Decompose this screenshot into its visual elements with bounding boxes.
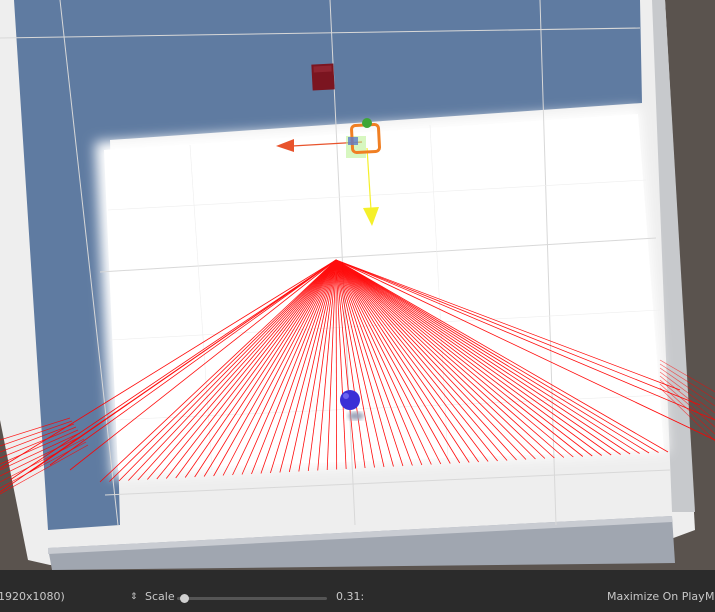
sphere-icon[interactable] (340, 390, 360, 410)
game-viewport[interactable] (0, 0, 715, 570)
scale-slider-thumb[interactable] (179, 594, 189, 603)
scale-value: 0.31: (336, 590, 365, 603)
game-view-toolbar: 1920x1080) ⇕ Scale 0.31: Maximize On Pla… (0, 570, 715, 612)
ball-shadow (348, 412, 364, 420)
maximize-on-play-toggle[interactable]: Maximize On Play (607, 590, 705, 603)
toolbar-extra-toggle[interactable]: M (705, 590, 715, 603)
scale-label: Scale (145, 590, 175, 603)
scale-slider-track (177, 597, 327, 600)
cube-highlight (313, 65, 332, 73)
scene-canvas (0, 0, 715, 570)
scale-slider[interactable] (177, 594, 327, 603)
dropdown-arrows-icon[interactable]: ⇕ (130, 592, 138, 602)
resolution-dropdown[interactable]: 1920x1080) (0, 590, 65, 603)
sphere-highlight (343, 393, 349, 399)
